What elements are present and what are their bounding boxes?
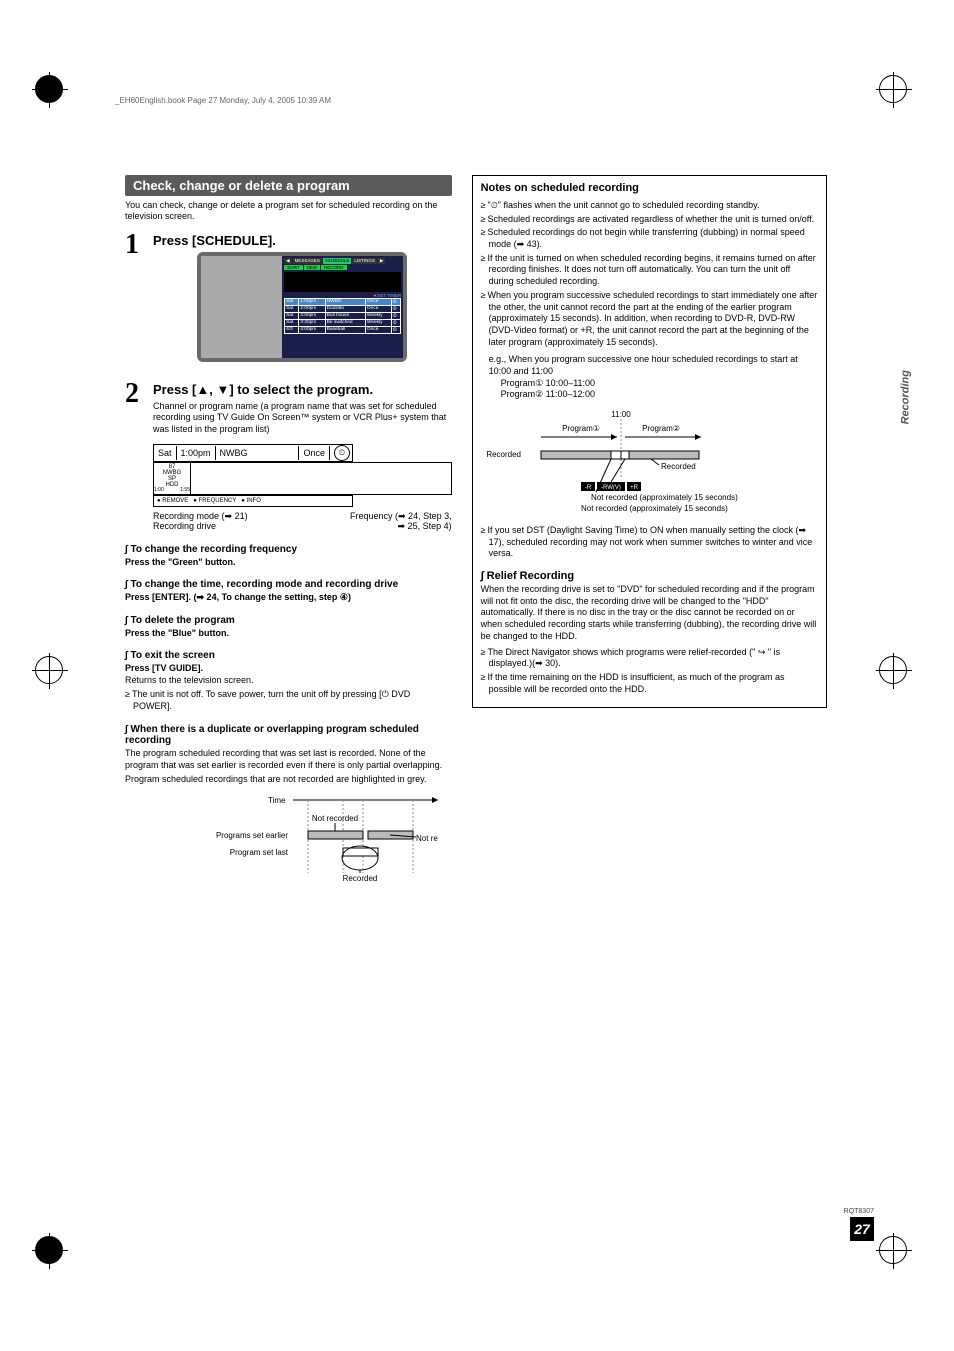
sub-change-freq-line: Press the "Green" button. xyxy=(125,557,452,567)
example-block: e.g., When you program successive one ho… xyxy=(489,354,818,401)
remove-hint: ● REMOVE xyxy=(157,498,188,504)
notes-title: Notes on scheduled recording xyxy=(481,182,818,194)
svg-text:Not recorded: Not recorded xyxy=(416,834,438,843)
sub-change-time-line: Press [ENTER]. (➡ 24, To change the sett… xyxy=(125,592,452,603)
sel-ch: NWBG xyxy=(216,446,300,460)
svg-text:Recorded: Recorded xyxy=(343,874,378,883)
page-number: 27 xyxy=(850,1217,874,1241)
crop-mark-br xyxy=(879,1236,919,1276)
step-2-title: Press [▲, ▼] to select the program. xyxy=(153,382,452,397)
crop-mark-tr xyxy=(879,75,919,115)
relief-b2: If the time remaining on the HDD is insu… xyxy=(481,672,818,695)
note-5: When you program successive scheduled re… xyxy=(481,290,818,348)
svg-text:Program①: Program① xyxy=(562,424,600,433)
intro-text: You can check, change or delete a progra… xyxy=(125,200,452,223)
step-2-desc: Channel or program name (a program name … xyxy=(153,401,452,436)
page-number-block: RQT8307 27 xyxy=(844,1208,874,1241)
step-1-title: Press [SCHEDULE]. xyxy=(153,233,452,248)
sel-day: Sat xyxy=(154,446,177,460)
relief-b1: The Direct Navigator shows which program… xyxy=(481,647,818,670)
section-banner: Check, change or delete a program xyxy=(125,175,452,196)
notes-panel: Notes on scheduled recording "⏲" flashes… xyxy=(472,175,827,708)
tv-tab: LISTINGS xyxy=(352,258,377,264)
tv-screenshot-1: MESSAGES SCHEDULE LISTINGS SORT NEW RECO… xyxy=(197,252,407,362)
sel-freq: Once xyxy=(299,446,330,460)
sub-exit: To exit the screen xyxy=(125,650,452,661)
header-note: _EH60English.book Page 27 Monday, July 4… xyxy=(115,96,331,105)
tv-schedule-table: Sat1:00pmNWBGOnce⏲ Sat2:00pmDodzillaOnce… xyxy=(284,298,401,334)
dup-p1: The program scheduled recording that was… xyxy=(125,748,452,771)
crop-mark-tl xyxy=(35,75,75,115)
step-1-number: 1 xyxy=(125,229,153,372)
callouts: Recording mode (➡ 21) Recording drive Fr… xyxy=(153,511,452,533)
note-4: If the unit is turned on when scheduled … xyxy=(481,253,818,288)
tv-sort-item: NEW xyxy=(304,265,321,270)
svg-text:Recorded: Recorded xyxy=(661,462,696,471)
svg-text:Not recorded (approximately 15: Not recorded (approximately 15 seconds) xyxy=(581,504,728,513)
doc-ref: RQT8307 xyxy=(844,1208,874,1215)
sub-exit-line: Press [TV GUIDE]. xyxy=(125,663,452,673)
sub-change-freq: To change the recording frequency xyxy=(125,544,452,555)
sel-time: 1:00pm xyxy=(177,446,216,460)
svg-text:+R: +R xyxy=(630,485,639,491)
dup-p2: Program scheduled recordings that are no… xyxy=(125,774,452,786)
sel-info-box: 87 NWBG SP HDD 1:00 1:55 xyxy=(153,462,191,495)
note-1: "⏲" flashes when the unit cannot go to s… xyxy=(481,200,818,212)
note-6: If you set DST (Daylight Saving Time) to… xyxy=(481,525,818,560)
sub-duplicate: When there is a duplicate or overlapping… xyxy=(125,724,452,746)
relief-p: When the recording drive is set to "DVD"… xyxy=(481,584,818,642)
info-hint: ● INFO xyxy=(241,498,261,504)
sub-delete-line: Press the "Blue" button. xyxy=(125,628,452,638)
crop-mark-ml xyxy=(35,656,75,696)
sub-delete: To delete the program xyxy=(125,615,452,626)
step-2: 2 Press [▲, ▼] to select the program. Ch… xyxy=(125,378,452,533)
svg-text:Time: Time xyxy=(268,796,286,805)
frequency-hint: ● FREQUENCY xyxy=(193,498,236,504)
successive-diagram: 11:00 Program① Program② Recorded xyxy=(481,407,818,519)
tv-sort-item: RECORD xyxy=(321,265,347,270)
svg-text:Program set last: Program set last xyxy=(230,848,289,857)
overlap-diagram: Time Programs set earlier Program set la… xyxy=(125,793,452,883)
tv-tab-active: SCHEDULE xyxy=(323,258,352,264)
svg-text:11:00: 11:00 xyxy=(611,410,631,419)
note-3: Scheduled recordings do not begin while … xyxy=(481,227,818,250)
step-1: 1 Press [SCHEDULE]. MESSAGES SCHEDULE xyxy=(125,229,452,372)
svg-text:-RW(V): -RW(V) xyxy=(601,485,621,491)
sub-change-time: To change the time, recording mode and r… xyxy=(125,579,452,590)
relief-heading: Relief Recording xyxy=(481,570,818,582)
exit-p1: Returns to the television screen. xyxy=(125,675,452,687)
svg-text:-R: -R xyxy=(584,485,591,491)
exit-b1: The unit is not off. To save power, turn… xyxy=(125,689,452,712)
side-tab: Recording xyxy=(899,370,911,424)
tv-sort-item: SORT xyxy=(284,265,302,270)
svg-text:Program②: Program② xyxy=(642,424,680,433)
tv-tab: MESSAGES xyxy=(293,258,322,264)
timer-icon: ⏲ xyxy=(334,445,350,461)
svg-text:Recorded: Recorded xyxy=(486,450,521,459)
svg-text:Not recorded (approximately 15: Not recorded (approximately 15 seconds) xyxy=(591,493,738,502)
selected-row-figure: Sat 1:00pm NWBG Once ⏲ 87 NWBG SP HDD xyxy=(153,444,452,507)
crop-mark-mr xyxy=(879,656,919,696)
crop-mark-bl xyxy=(35,1236,75,1276)
step-2-number: 2 xyxy=(125,378,153,533)
svg-text:Not recorded: Not recorded xyxy=(312,814,358,823)
svg-text:Programs set earlier: Programs set earlier xyxy=(216,831,288,840)
note-2: Scheduled recordings are activated regar… xyxy=(481,214,818,226)
